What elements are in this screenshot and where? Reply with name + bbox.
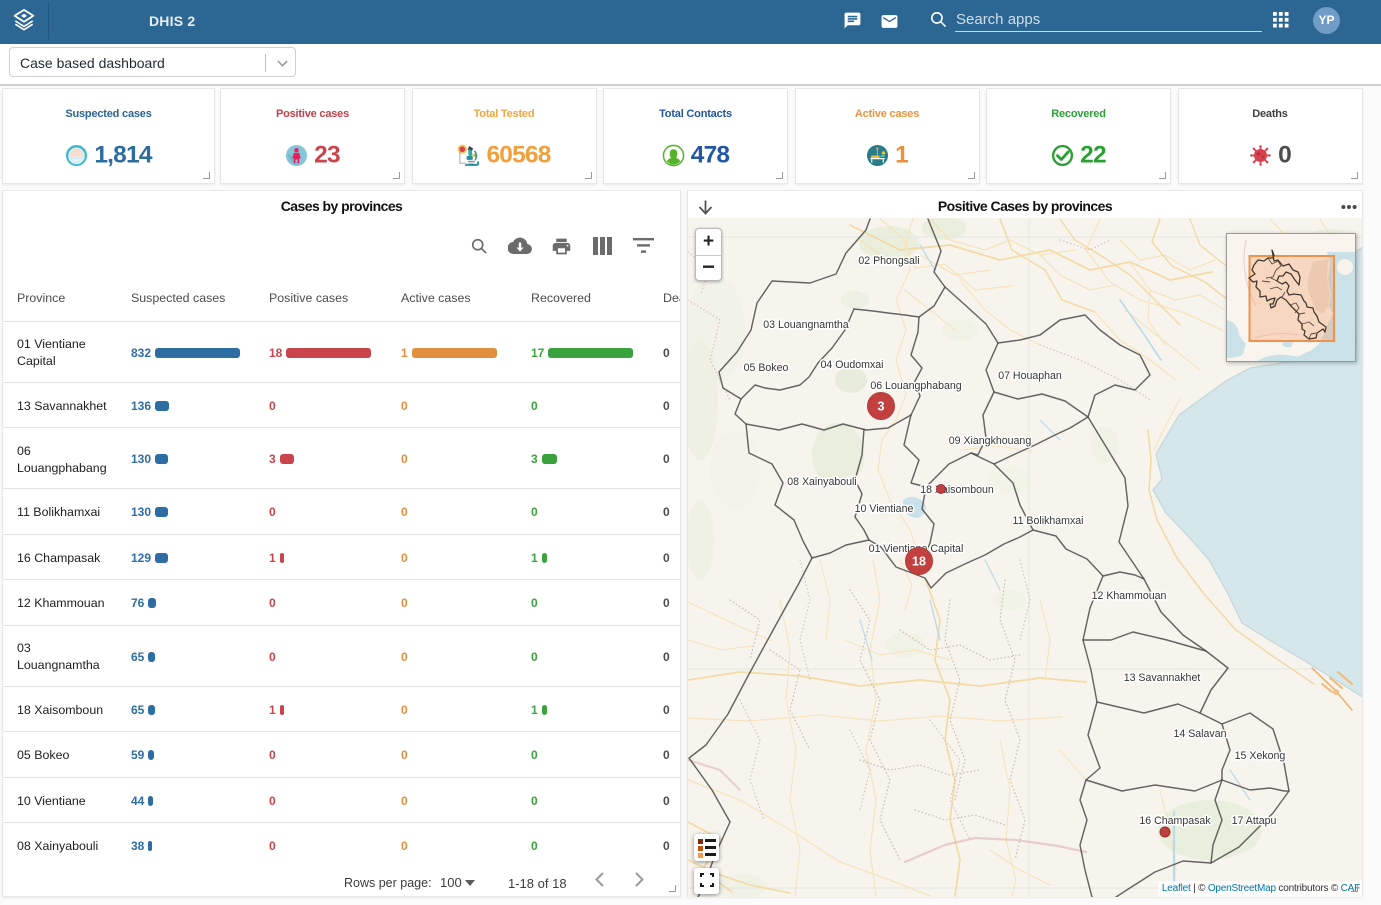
svg-text:18: 18 (912, 555, 926, 569)
svg-text:15 Xekong: 15 Xekong (1235, 750, 1286, 762)
svg-text:3: 3 (878, 400, 885, 414)
svg-text:05 Bokeo: 05 Bokeo (744, 362, 789, 374)
svg-text:07 Houaphan: 07 Houaphan (998, 370, 1062, 382)
svg-text:17 Attapu: 17 Attapu (1232, 815, 1277, 827)
svg-text:10 Vientiane: 10 Vientiane (855, 503, 914, 515)
svg-text:08 Xainyabouli: 08 Xainyabouli (787, 476, 857, 488)
svg-text:09 Xiangkhouang: 09 Xiangkhouang (949, 435, 1032, 447)
svg-text:02 Phongsali: 02 Phongsali (858, 255, 919, 267)
svg-text:06 Louangphabang: 06 Louangphabang (870, 380, 961, 392)
svg-text:14 Salavan: 14 Salavan (1173, 728, 1226, 740)
svg-text:13 Savannakhet: 13 Savannakhet (1124, 672, 1201, 684)
svg-text:18 Xaisomboun: 18 Xaisomboun (920, 484, 994, 496)
svg-text:16 Champasak: 16 Champasak (1139, 815, 1211, 827)
svg-text:04 Oudomxai: 04 Oudomxai (820, 359, 883, 371)
svg-text:03 Louangnamtha: 03 Louangnamtha (763, 319, 849, 331)
svg-text:11 Bolikhamxai: 11 Bolikhamxai (1012, 515, 1083, 527)
svg-text:12 Khammouan: 12 Khammouan (1092, 590, 1167, 602)
